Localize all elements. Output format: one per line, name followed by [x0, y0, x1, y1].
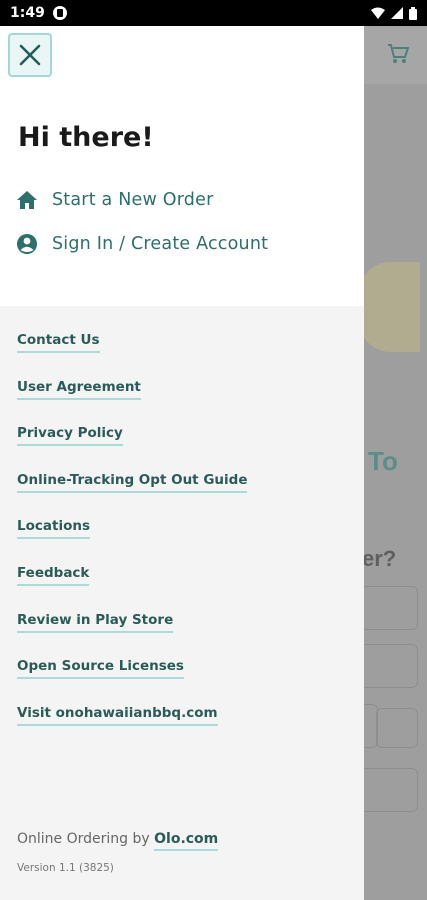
battery-icon — [409, 6, 417, 20]
footer-credit: Online Ordering by Olo.com — [17, 831, 219, 851]
link-locations[interactable]: Locations — [17, 518, 90, 539]
status-bar: 1:49 — [0, 0, 427, 26]
background-food-image — [360, 262, 420, 352]
locate-button[interactable] — [376, 708, 418, 748]
link-review-play-store[interactable]: Review in Play Store — [17, 612, 174, 633]
menu-item-new-order[interactable]: Start a New Order — [16, 186, 213, 214]
menu-item-label: Sign In / Create Account — [52, 234, 269, 254]
background-title: To — [368, 446, 398, 476]
link-tracking-opt-out[interactable]: Online-Tracking Opt Out Guide — [17, 472, 248, 493]
signal-icon — [391, 7, 403, 19]
home-icon — [16, 189, 38, 211]
link-open-source-licenses[interactable]: Open Source Licenses — [17, 658, 184, 679]
background-select[interactable] — [360, 586, 418, 630]
cart-icon[interactable] — [387, 44, 409, 64]
close-button[interactable] — [8, 33, 52, 77]
background-question: er? — [362, 546, 397, 571]
link-privacy-policy[interactable]: Privacy Policy — [17, 425, 123, 446]
link-feedback[interactable]: Feedback — [17, 565, 90, 586]
app-notification-icon — [52, 6, 67, 20]
background-button[interactable] — [360, 768, 418, 812]
wifi-icon — [371, 7, 385, 19]
greeting-heading: Hi there! — [18, 122, 154, 153]
link-user-agreement[interactable]: User Agreement — [17, 379, 141, 400]
olo-link[interactable]: Olo.com — [154, 831, 219, 851]
status-icons — [371, 6, 417, 20]
link-visit-website[interactable]: Visit onohawaiianbbq.com — [17, 705, 218, 726]
navigation-drawer: Hi there! Start a New Order Sign In / Cr… — [0, 26, 364, 900]
status-time: 1:49 — [10, 5, 45, 21]
menu-item-sign-in[interactable]: Sign In / Create Account — [16, 230, 268, 258]
background-edit-field[interactable] — [360, 644, 418, 688]
menu-item-label: Start a New Order — [52, 190, 214, 210]
link-contact-us[interactable]: Contact Us — [17, 332, 100, 353]
version-text: Version 1.1 (3825) — [17, 862, 114, 874]
account-icon — [16, 233, 38, 255]
footer-prefix: Online Ordering by — [17, 831, 155, 847]
close-icon — [19, 44, 41, 66]
drawer-header: Hi there! Start a New Order Sign In / Cr… — [0, 26, 364, 306]
